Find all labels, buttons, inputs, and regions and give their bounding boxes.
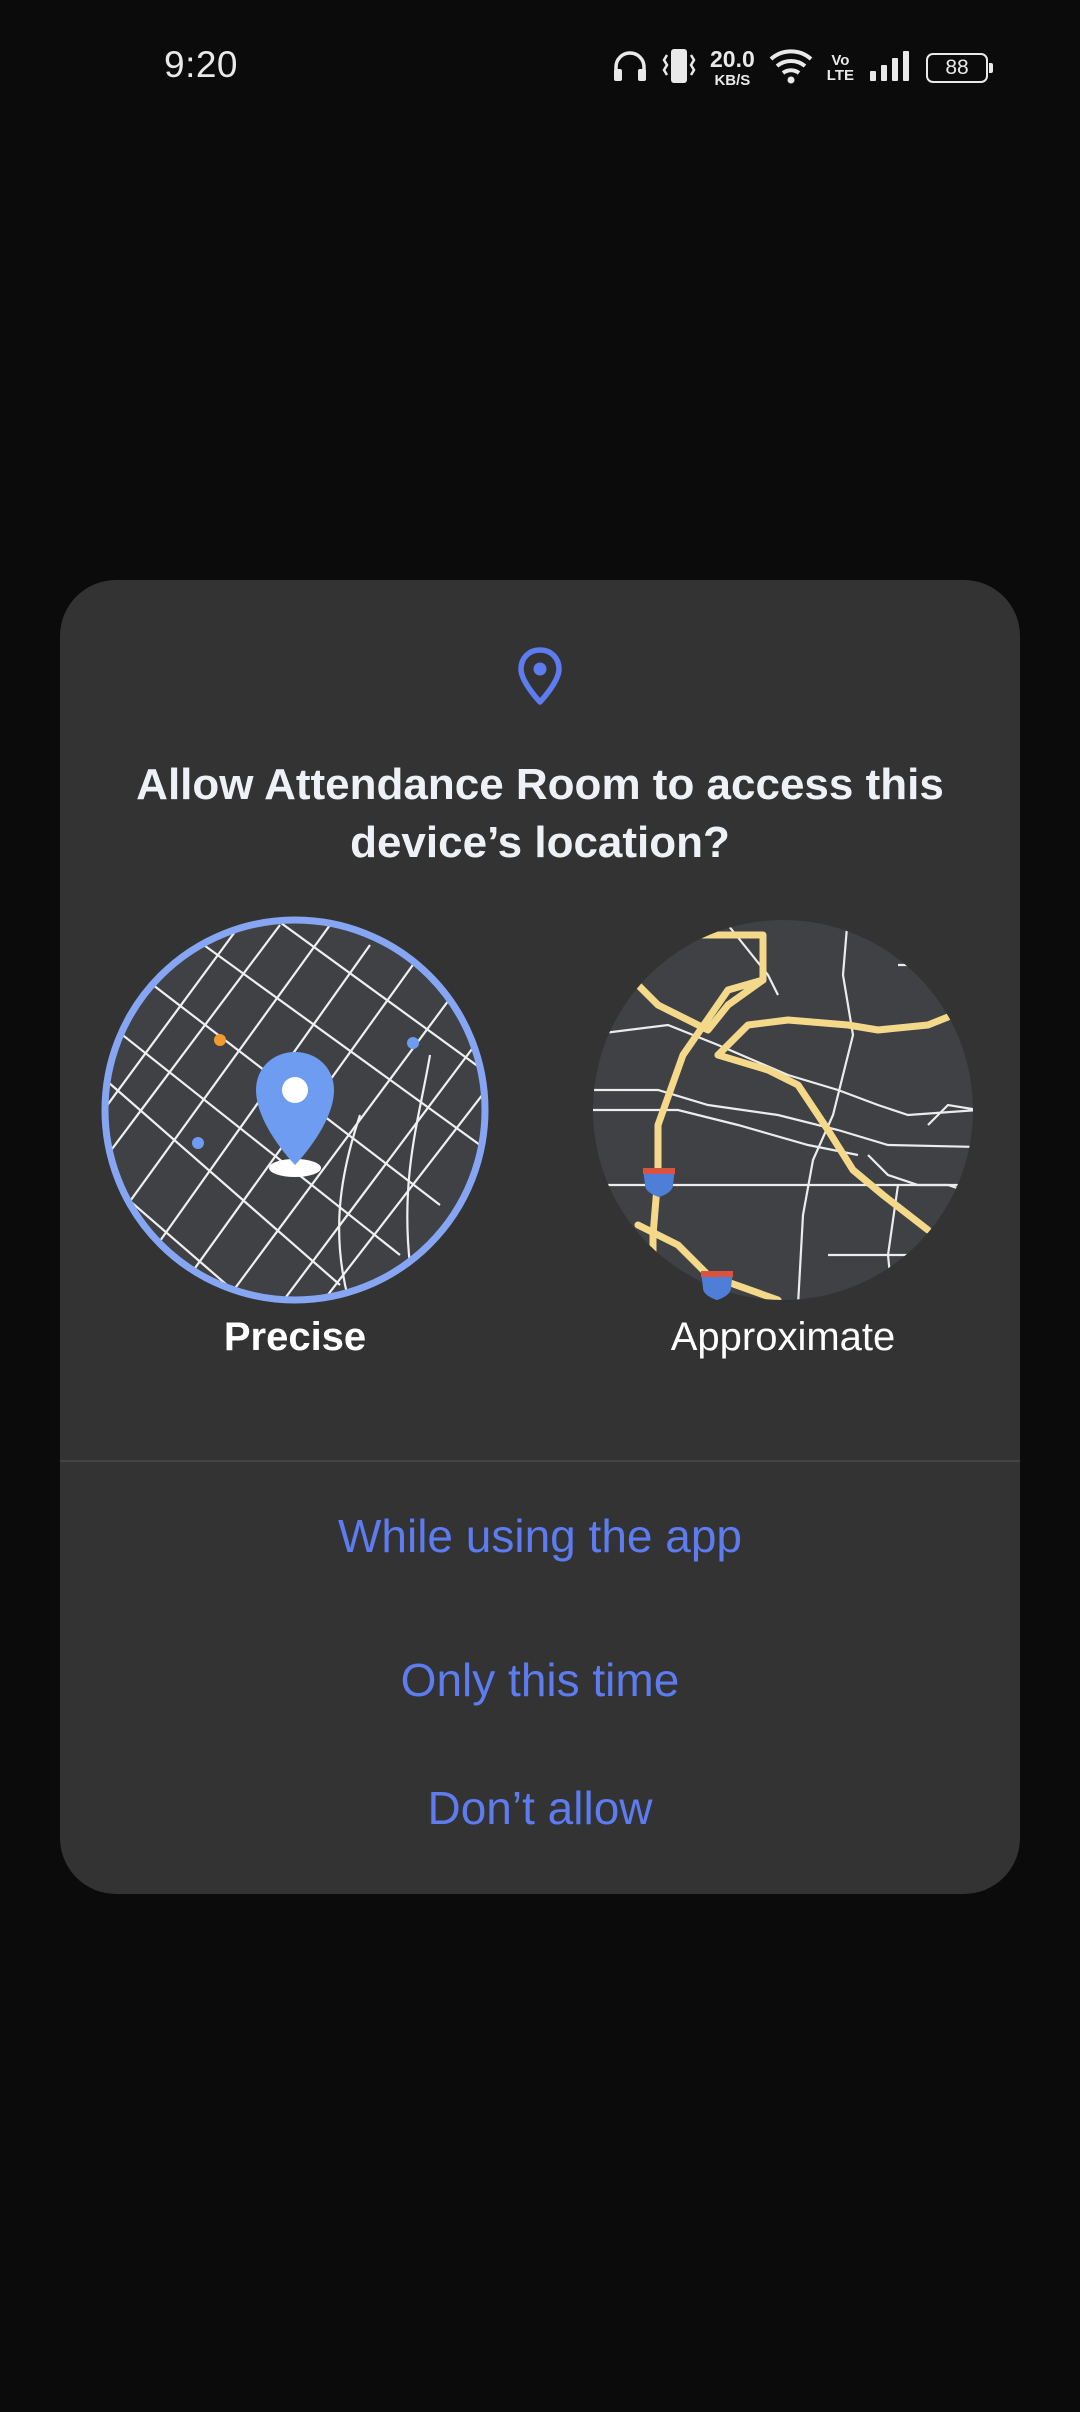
location-pin-icon — [516, 646, 564, 713]
while-using-app-button[interactable]: While using the app — [60, 1496, 1020, 1576]
volte-icon: Vo LTE — [827, 53, 854, 83]
status-bar: 9:20 20.0 KB/S Vo LTE 88 — [0, 0, 1080, 136]
dont-allow-button[interactable]: Don’t allow — [60, 1768, 1020, 1848]
battery-icon: 88 — [926, 53, 993, 83]
option-precise-label: Precise — [223, 1315, 367, 1359]
option-approximate[interactable]: Approximate — [588, 915, 978, 1385]
status-time: 9:20 — [164, 44, 239, 85]
vibrate-icon — [662, 47, 696, 90]
permission-dialog: Allow Attendance Room to access this dev… — [60, 580, 1020, 1894]
status-icons: 20.0 KB/S Vo LTE 88 — [612, 46, 993, 90]
signal-icon — [868, 49, 912, 88]
precise-map-icon — [101, 916, 489, 1304]
net-speed: 20.0 KB/S — [710, 46, 755, 89]
wifi-icon — [769, 47, 813, 90]
headphones-icon — [612, 49, 648, 88]
dialog-divider — [60, 1460, 1020, 1462]
option-approximate-label: Approximate — [670, 1315, 896, 1359]
approximate-map-icon — [593, 920, 973, 1300]
net-speed-value: 20.0 — [710, 46, 755, 72]
volte-top: Vo — [831, 52, 850, 69]
net-speed-unit: KB/S — [714, 72, 751, 89]
volte-bottom: LTE — [826, 67, 854, 84]
dialog-title: Allow Attendance Room to access this dev… — [136, 760, 944, 867]
only-this-time-button[interactable]: Only this time — [60, 1640, 1020, 1720]
option-precise[interactable]: Precise — [100, 915, 490, 1385]
battery-level: 88 — [945, 56, 969, 79]
highway-shield-icon-2 — [701, 1271, 733, 1300]
